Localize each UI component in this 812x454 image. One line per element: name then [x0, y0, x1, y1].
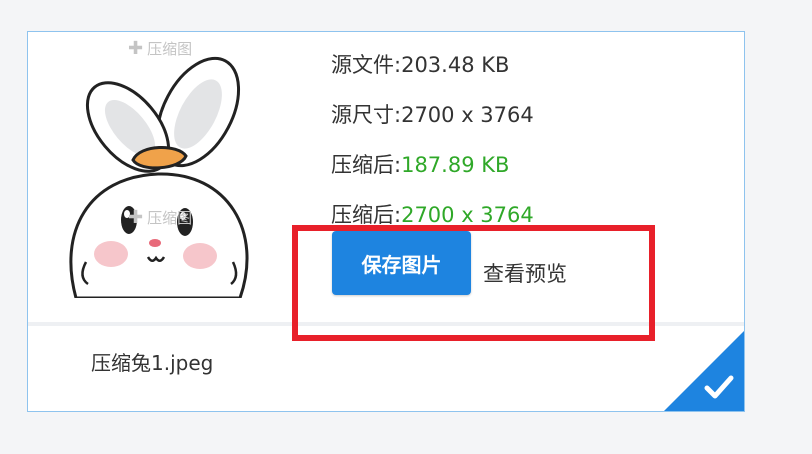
source-size-row: 源文件:203.48 KB: [331, 49, 509, 79]
watermark: ✚ 压缩图: [128, 38, 192, 59]
compressed-size-value: 187.89 KB: [401, 153, 510, 177]
compressed-size-row: 压缩后:187.89 KB: [331, 149, 509, 179]
save-image-button[interactable]: 保存图片: [332, 231, 471, 295]
bunny-illustration: [69, 56, 249, 300]
compressed-dimension-value: 2700 x 3764: [401, 203, 534, 227]
source-size-value: 203.48 KB: [401, 53, 510, 77]
source-dimension-row: 源尺寸:2700 x 3764: [331, 99, 534, 129]
image-thumbnail[interactable]: ✚ 压缩图 ✚ 压缩图: [28, 32, 293, 300]
watermark: ✚ 压缩图: [128, 207, 192, 228]
compressed-dimension-label: 压缩后:: [331, 203, 402, 227]
divider: [28, 322, 744, 326]
image-card: ✚ 压缩图 ✚ 压缩图 源文件:203.48 KB 源尺寸:2700 x 376…: [27, 31, 745, 412]
watermark-text: 压缩图: [147, 40, 193, 58]
file-name: 压缩兔1.jpeg: [91, 351, 214, 375]
compressed-dimension-row: 压缩后:2700 x 3764: [331, 199, 534, 229]
view-preview-link[interactable]: 查看预览: [483, 258, 567, 288]
source-dimension-label: 源尺寸:: [331, 103, 402, 127]
selected-corner-badge[interactable]: [663, 330, 745, 412]
source-size-label: 源文件:: [331, 53, 402, 77]
compressed-size-label: 压缩后:: [331, 153, 402, 177]
plus-icon: ✚: [128, 38, 144, 59]
source-dimension-value: 2700 x 3764: [401, 103, 534, 127]
watermark-text: 压缩图: [147, 209, 193, 227]
plus-icon: ✚: [128, 207, 144, 228]
